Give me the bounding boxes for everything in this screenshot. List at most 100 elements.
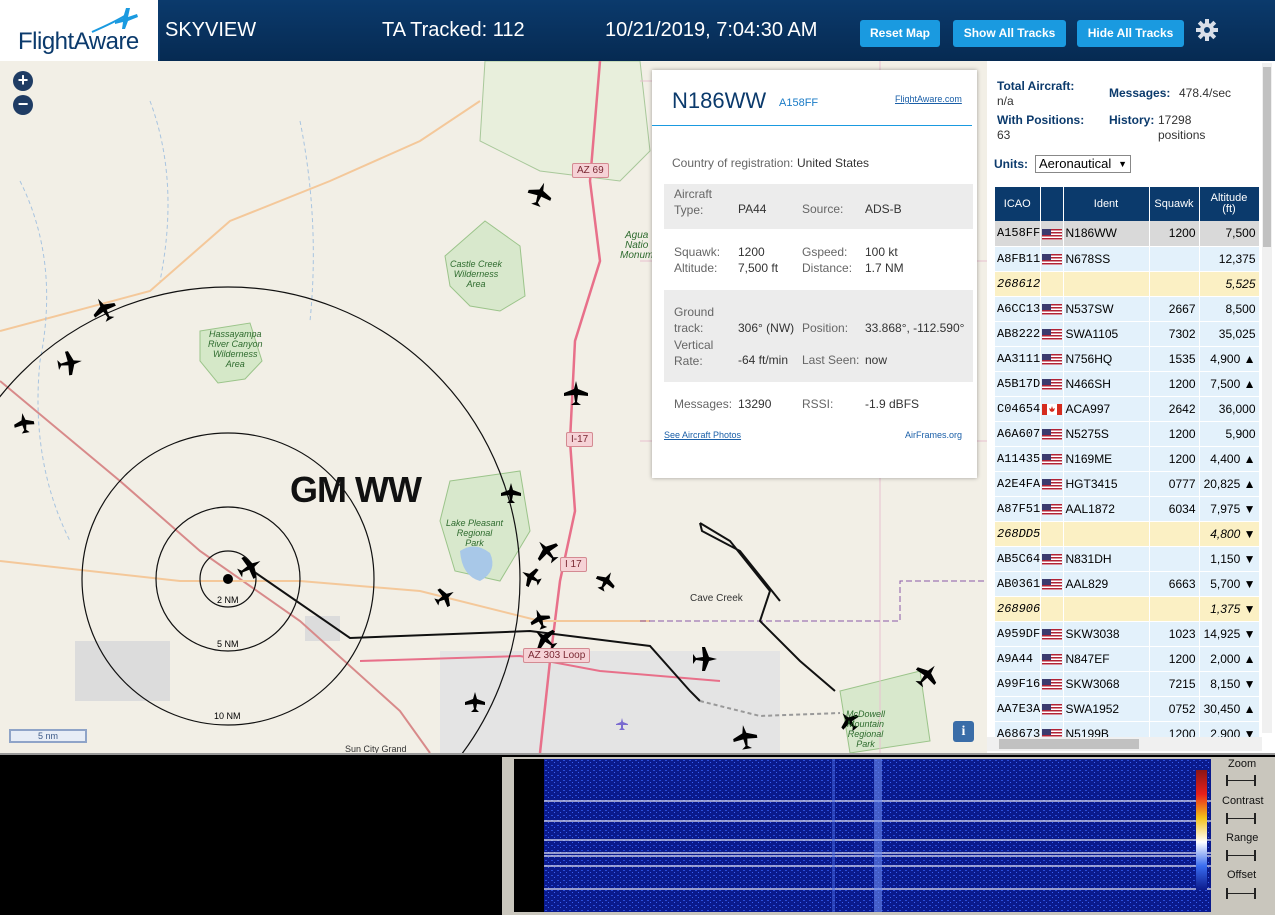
row-flag xyxy=(1040,396,1064,422)
position-label: Position: xyxy=(802,321,849,335)
aircraft-type-label: Aircraft Type: xyxy=(674,187,713,217)
row-flag xyxy=(1040,646,1064,672)
row-altitude: 2,000 ▲ xyxy=(1199,646,1260,672)
row-squawk: 1200 xyxy=(1149,446,1200,472)
table-row[interactable]: AA3111 N756HQ 1535 4,900 ▲ xyxy=(995,346,1260,372)
row-ident: N537SW xyxy=(1063,296,1150,322)
table-row[interactable]: AA7E3A SWA1952 0752 30,450 ▲ xyxy=(995,696,1260,722)
row-icao: A5B17D xyxy=(995,371,1041,397)
us-flag-icon xyxy=(1041,353,1062,365)
waterfall-display[interactable] xyxy=(514,759,1211,912)
row-squawk xyxy=(1149,546,1200,572)
source-value: ADS-B xyxy=(865,202,902,216)
water-line xyxy=(19,100,314,542)
row-squawk: 1200 xyxy=(1149,421,1200,447)
col-header-icao[interactable]: ICAO xyxy=(995,187,1041,221)
vertical-scrollbar-thumb[interactable] xyxy=(1263,67,1271,247)
table-row[interactable]: A6CC13 N537SW 2667 8,500 xyxy=(995,296,1260,322)
col-header-flag[interactable] xyxy=(1040,187,1064,221)
hide-all-tracks-button[interactable]: Hide All Tracks xyxy=(1077,20,1184,47)
receiver-site xyxy=(223,574,233,584)
row-ident: SWA1105 xyxy=(1063,321,1150,347)
table-row[interactable]: 268906 1,375 ▼ xyxy=(995,596,1260,622)
contrast-slider[interactable] xyxy=(1226,813,1256,824)
gear-icon[interactable] xyxy=(1195,18,1219,42)
row-icao: AB8222 xyxy=(995,321,1041,347)
table-row[interactable]: A99F16 SKW3068 7215 8,150 ▼ xyxy=(995,671,1260,697)
table-row[interactable]: A9A44 N847EF 1200 2,000 ▲ xyxy=(995,646,1260,672)
table-row[interactable]: A158FF N186WW 1200 7,500 xyxy=(995,221,1260,247)
skyview-app: FlightAware SKYVIEW TA Tracked: 112 10/2… xyxy=(0,0,1275,915)
zoom-out-button[interactable]: − xyxy=(13,95,33,115)
position-value: 33.868°, -112.590° xyxy=(865,321,965,335)
table-row[interactable]: AB0361 AAL829 6663 5,700 ▼ xyxy=(995,571,1260,597)
aircraft-photos-link[interactable]: See Aircraft Photos xyxy=(664,430,741,440)
row-ident xyxy=(1063,596,1150,622)
table-row[interactable]: A2E4FA HGT3415 0777 20,825 ▲ xyxy=(995,471,1260,497)
table-row[interactable]: C04654 ACA997 2642 36,000 xyxy=(995,396,1260,422)
ta-tracked-count: TA Tracked: 112 xyxy=(382,19,525,41)
row-ident: N5275S xyxy=(1063,421,1150,447)
units-select[interactable]: Aeronautical ▼ xyxy=(1035,155,1131,173)
us-flag-icon xyxy=(1041,553,1062,565)
us-flag-icon xyxy=(1041,328,1062,340)
highway-road xyxy=(0,380,431,753)
table-row[interactable]: 268DD5 4,800 ▼ xyxy=(995,521,1260,547)
reset-map-button[interactable]: Reset Map xyxy=(860,20,940,47)
zoom-slider[interactable] xyxy=(1226,775,1256,786)
rssi-value: -1.9 dBFS xyxy=(865,397,920,411)
us-flag-icon xyxy=(1041,378,1062,390)
row-altitude: 35,025 xyxy=(1199,321,1260,347)
us-flag-icon xyxy=(1041,228,1062,240)
table-row[interactable]: A87F51 AAL1872 6034 7,975 ▼ xyxy=(995,496,1260,522)
source-label: Source: xyxy=(802,202,844,216)
row-altitude: 20,825 ▲ xyxy=(1199,471,1260,497)
row-altitude: 8,150 ▼ xyxy=(1199,671,1260,697)
logo-text: FlightAware xyxy=(18,28,139,55)
table-row[interactable]: A6A607 N5275S 1200 5,900 xyxy=(995,421,1260,447)
info-icon[interactable]: i xyxy=(953,721,974,742)
current-datetime: 10/21/2019, 7:04:30 AM xyxy=(605,19,818,41)
horizontal-scrollbar-thumb[interactable] xyxy=(999,739,1139,749)
flightaware-link[interactable]: FlightAware.com xyxy=(895,94,962,104)
row-icao: 268DD5 xyxy=(995,521,1041,547)
row-flag xyxy=(1040,421,1064,447)
row-altitude: 7,500 ▲ xyxy=(1199,371,1260,397)
row-squawk xyxy=(1149,596,1200,622)
row-squawk: 0752 xyxy=(1149,696,1200,722)
offset-slider[interactable] xyxy=(1226,888,1256,899)
table-row[interactable]: 268612 5,525 xyxy=(995,271,1260,297)
popup-icao: A158FF xyxy=(779,97,819,109)
table-row[interactable]: A959DF SKW3038 1023 14,925 ▼ xyxy=(995,621,1260,647)
table-row[interactable]: AB5C64 N831DH 1,150 ▼ xyxy=(995,546,1260,572)
messages-value: 13290 xyxy=(738,397,772,411)
flightaware-logo[interactable]: FlightAware xyxy=(0,0,160,61)
row-ident: N466SH xyxy=(1063,371,1150,397)
site-label: GM WW xyxy=(290,469,422,510)
units-label: Units: xyxy=(994,157,1028,171)
col-header-ident[interactable]: Ident xyxy=(1063,187,1150,221)
row-flag xyxy=(1040,671,1064,697)
row-ident: ACA997 xyxy=(1063,396,1150,422)
place-label: Hassayampa River Canyon Wilderness Area xyxy=(208,329,263,369)
range-slider[interactable] xyxy=(1226,850,1256,861)
col-header-altitude[interactable]: Altitude (ft) xyxy=(1199,187,1260,221)
zoom-in-button[interactable]: + xyxy=(13,71,33,91)
highway-label: AZ 69 xyxy=(572,163,609,178)
table-row[interactable]: A8FB11 N678SS 12,375 xyxy=(995,246,1260,272)
table-row[interactable]: AB8222 SWA1105 7302 35,025 xyxy=(995,321,1260,347)
vertical-rate-value: -64 ft/min xyxy=(738,353,789,367)
highway-label: I-17 xyxy=(566,432,594,447)
row-squawk xyxy=(1149,246,1200,272)
table-row[interactable]: A5B17D N466SH 1200 7,500 ▲ xyxy=(995,371,1260,397)
row-flag xyxy=(1040,346,1064,372)
squawk-label: Squawk: xyxy=(674,245,721,259)
airframes-link[interactable]: AirFrames.org xyxy=(905,430,962,440)
show-all-tracks-button[interactable]: Show All Tracks xyxy=(953,20,1066,47)
table-row[interactable]: A11435 N169ME 1200 4,400 ▲ xyxy=(995,446,1260,472)
row-squawk: 0777 xyxy=(1149,471,1200,497)
place-label: Lake Pleasant Regional Park xyxy=(446,518,504,548)
row-altitude: 5,700 ▼ xyxy=(1199,571,1260,597)
row-altitude: 14,925 ▼ xyxy=(1199,621,1260,647)
col-header-squawk[interactable]: Squawk xyxy=(1149,187,1200,221)
